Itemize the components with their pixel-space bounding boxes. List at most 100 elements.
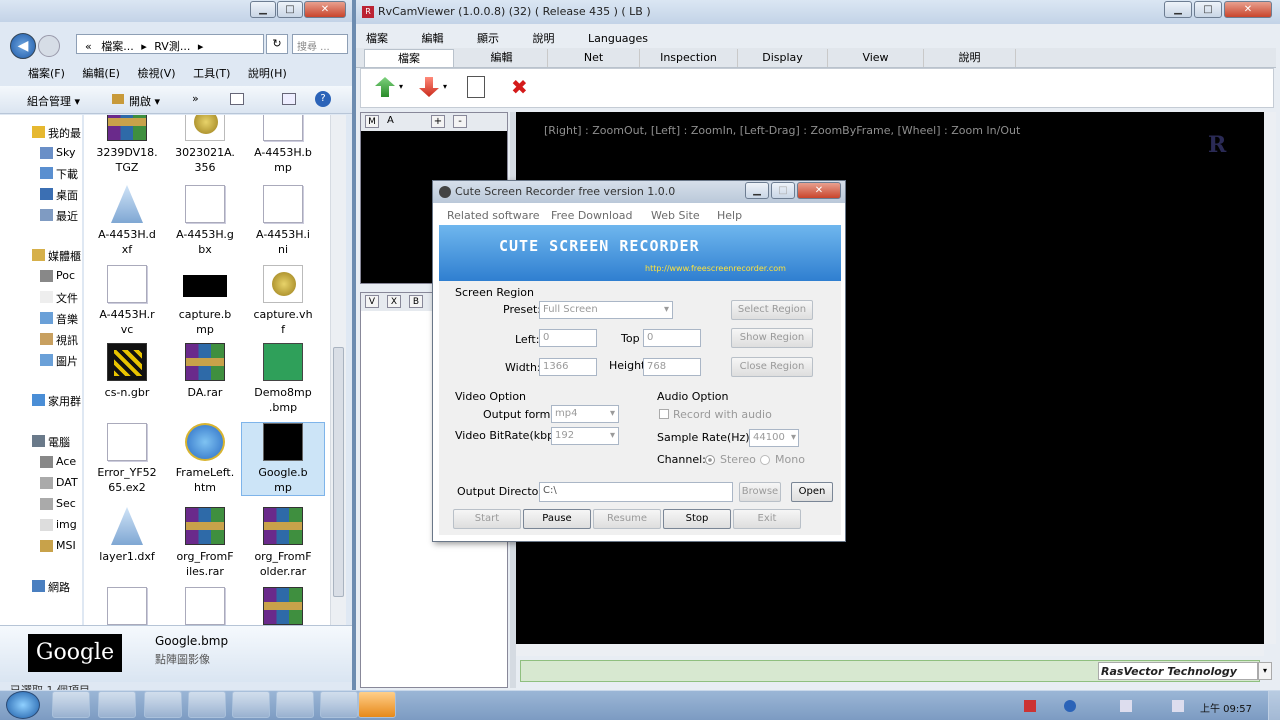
sidebar-item[interactable]: 桌面 (40, 187, 78, 203)
rvcam-menu-languages[interactable]: Languages (588, 32, 648, 45)
panel-x-button[interactable]: X (387, 295, 401, 308)
sidebar-item[interactable]: 圖片 (40, 353, 78, 369)
breadcrumb-3[interactable]: RV測... (154, 40, 190, 53)
show-desktop-button[interactable] (1268, 691, 1280, 720)
preset-select[interactable]: Full Screen ▾ (539, 301, 673, 319)
more-button[interactable]: » (192, 92, 199, 105)
refresh-button[interactable]: ↻ (266, 34, 288, 54)
close-button[interactable]: ✕ (304, 1, 346, 18)
file-item[interactable]: capture.vh f (242, 265, 324, 337)
file-item[interactable]: capture.b mp (164, 265, 246, 337)
tab-edit[interactable]: 編輯 (456, 49, 548, 67)
menu-help[interactable]: 說明(H) (248, 65, 287, 81)
file-item[interactable]: org_FromF iles.rar (164, 507, 246, 579)
organize-button[interactable]: 組合管理 ▾ (27, 93, 80, 109)
taskbar-app-6[interactable] (320, 691, 358, 718)
sidebar-item[interactable]: Ace (40, 455, 76, 468)
import-dropdown-icon[interactable]: ▾ (399, 82, 403, 91)
resume-button[interactable]: Resume (593, 509, 661, 529)
menu-help[interactable]: Help (717, 209, 742, 222)
menu-web-site[interactable]: Web Site (651, 209, 700, 222)
tab-help[interactable]: 說明 (924, 49, 1016, 67)
sidebar-item[interactable]: Sec (40, 497, 76, 510)
panel-v-button[interactable]: V (365, 295, 379, 308)
tray-help-icon[interactable] (1064, 700, 1076, 712)
canvas-vertical-scrollbar[interactable] (1264, 112, 1276, 644)
sample-rate-select[interactable]: 44100 ▾ (749, 429, 799, 447)
file-item[interactable]: A-4453H.d xf (86, 185, 168, 257)
left-input[interactable]: 0 (539, 329, 597, 347)
taskbar-app-ie[interactable] (52, 691, 90, 718)
exit-button[interactable]: Exit (733, 509, 801, 529)
delete-icon[interactable]: ✖ (511, 75, 528, 99)
sidebar-item[interactable]: 媒體櫃 (32, 248, 81, 264)
taskbar-app-4[interactable] (232, 691, 270, 718)
file-item[interactable]: Error_YF52 65.ex2 (86, 423, 168, 495)
sidebar-item[interactable]: 電腦 (32, 434, 70, 450)
browse-button[interactable]: Browse (739, 482, 781, 502)
scrollbar-thumb[interactable] (333, 347, 344, 597)
file-item[interactable]: A-4453H.i ni (242, 185, 324, 257)
menu-view[interactable]: 檢視(V) (137, 65, 175, 81)
sidebar-item[interactable]: 最近 (40, 208, 78, 224)
status-dropdown-icon[interactable]: ▾ (1258, 662, 1272, 680)
rvcam-close-button[interactable]: ✕ (1224, 1, 1272, 18)
tray-network-icon[interactable] (1120, 700, 1132, 712)
tab-inspection[interactable]: Inspection (640, 49, 738, 67)
start-button[interactable] (6, 691, 40, 719)
sidebar-item[interactable]: 網路 (32, 579, 70, 595)
rvcam-menu-help[interactable]: 說明 (533, 30, 555, 46)
find-icon[interactable] (467, 76, 485, 98)
import-icon[interactable] (375, 77, 395, 97)
export-icon[interactable] (419, 77, 439, 97)
taskbar-app-rvcam[interactable] (276, 691, 314, 718)
sidebar-item[interactable]: 音樂 (40, 311, 78, 327)
tab-net[interactable]: Net (548, 49, 640, 67)
view-options-icon[interactable] (230, 93, 244, 105)
tab-file[interactable]: 檔案 (364, 49, 454, 67)
sidebar-item[interactable]: 視訊 (40, 332, 78, 348)
rvcam-maximize-button[interactable]: □ (1194, 1, 1222, 18)
file-item[interactable]: Demo8mp .bmp (242, 343, 324, 415)
rvcam-menu-file[interactable]: 檔案 (366, 30, 388, 46)
height-input[interactable]: 768 (643, 358, 701, 376)
taskbar-app-media[interactable] (98, 691, 136, 718)
panel-remove-button[interactable]: - (453, 115, 467, 128)
pause-button[interactable]: Pause (523, 509, 591, 529)
record-audio-checkbox[interactable] (659, 409, 669, 419)
menu-tools[interactable]: 工具(T) (193, 65, 230, 81)
file-item[interactable]: 3023021A. 356 (164, 115, 246, 175)
tray-language-icon[interactable] (1024, 700, 1036, 712)
recorder-maximize-button[interactable]: □ (771, 182, 795, 199)
sidebar-item[interactable]: Sky (40, 146, 75, 159)
menu-file[interactable]: 檔案(F) (28, 65, 65, 81)
recorder-minimize-button[interactable]: ▁ (745, 182, 769, 199)
menu-edit[interactable]: 編輯(E) (82, 65, 120, 81)
sidebar-item[interactable]: img (40, 518, 77, 531)
file-item[interactable]: DA.rar (164, 343, 246, 400)
mono-radio[interactable] (760, 455, 770, 465)
sidebar-item[interactable]: 文件 (40, 290, 78, 306)
tray-volume-icon[interactable] (1172, 700, 1184, 712)
sidebar-item[interactable]: MSI (40, 539, 76, 552)
maximize-button[interactable]: □ (277, 1, 303, 18)
rvcam-minimize-button[interactable]: ▁ (1164, 1, 1192, 18)
sidebar-item[interactable]: 家用群 (32, 393, 81, 409)
taskbar-app-recorder[interactable] (358, 691, 396, 718)
sidebar-item[interactable]: 我的最 (32, 125, 81, 141)
file-item[interactable]: A-4453H.r vc (86, 265, 168, 337)
breadcrumb-0[interactable]: « (85, 40, 92, 53)
bitrate-select[interactable]: 192 ▾ (551, 427, 619, 445)
breadcrumb-1[interactable]: 檔案... (101, 40, 134, 53)
tab-display[interactable]: Display (738, 49, 828, 67)
file-item[interactable]: 3239DV18. TGZ (86, 115, 168, 175)
forward-button[interactable] (38, 35, 60, 57)
canvas-horizontal-scrollbar[interactable] (516, 644, 1264, 656)
file-item[interactable]: FrameLeft. htm (164, 423, 246, 495)
file-item[interactable]: A-4453H.g bx (164, 185, 246, 257)
address-bar[interactable]: « 檔案... ▸ RV測... ▸ (76, 34, 264, 54)
taskbar-app-skype[interactable] (188, 691, 226, 718)
file-item[interactable]: Google.b mp (241, 422, 325, 496)
search-input[interactable]: 搜尋 ... (292, 34, 348, 54)
help-icon[interactable]: ? (315, 91, 331, 107)
